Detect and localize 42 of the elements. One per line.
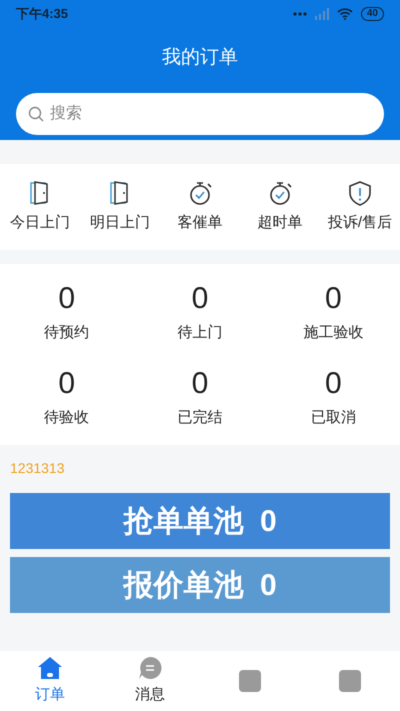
shortcut-button[interactable]: 今日上门	[0, 180, 80, 234]
shortcut-button[interactable]: 客催单	[160, 180, 240, 234]
tab-icon	[337, 669, 363, 693]
count-label: 待上门	[177, 323, 222, 343]
home-icon	[37, 656, 63, 680]
count-value: 0	[324, 366, 342, 402]
status-count-button[interactable]: 0 已完结	[133, 364, 267, 429]
shortcut-button[interactable]: 明日上门	[80, 180, 160, 234]
count-value: 0	[58, 281, 75, 317]
status-count-button[interactable]: 0 已取消	[266, 364, 400, 429]
count-value: 0	[192, 366, 208, 402]
signal-icon	[314, 8, 329, 20]
status-time: 下午4:35	[16, 5, 68, 24]
count-value: 0	[324, 281, 342, 317]
shortcut-button[interactable]: 超时单	[240, 180, 320, 234]
more-dots-icon	[292, 12, 307, 16]
status-count-button[interactable]: 0 待验收	[0, 364, 134, 429]
code-text: 1231313	[10, 460, 65, 476]
count-label: 已取消	[310, 408, 356, 428]
battery-indicator: 40	[360, 7, 384, 21]
count-value: 0	[192, 281, 208, 317]
count-label: 待验收	[44, 408, 90, 428]
count-label: 待预约	[44, 323, 90, 343]
page-title: 我的订单	[162, 46, 238, 70]
stopwatch-icon	[187, 180, 213, 206]
wifi-icon	[336, 8, 353, 20]
chat-bubble-icon	[137, 656, 163, 680]
stopwatch-icon	[267, 180, 293, 206]
status-count-button[interactable]: 0 施工验收	[266, 280, 400, 344]
count-value: 0	[58, 366, 75, 402]
tab-item[interactable]: 订单	[0, 651, 100, 711]
status-count-button[interactable]: 0 待预约	[0, 280, 134, 344]
search-icon	[28, 106, 44, 122]
count-label: 施工验收	[303, 323, 364, 343]
status-count-button[interactable]: 0 待上门	[133, 280, 267, 344]
search-field[interactable]: 搜索	[16, 92, 384, 134]
tab-item[interactable]: 消息	[100, 651, 200, 711]
tab-icon	[237, 669, 263, 693]
shortcut-button[interactable]: 投诉/售后	[320, 180, 400, 234]
shield-icon	[347, 180, 373, 206]
pool-button[interactable]: 抢单单池 0	[10, 493, 390, 549]
count-label: 已完结	[177, 408, 222, 428]
